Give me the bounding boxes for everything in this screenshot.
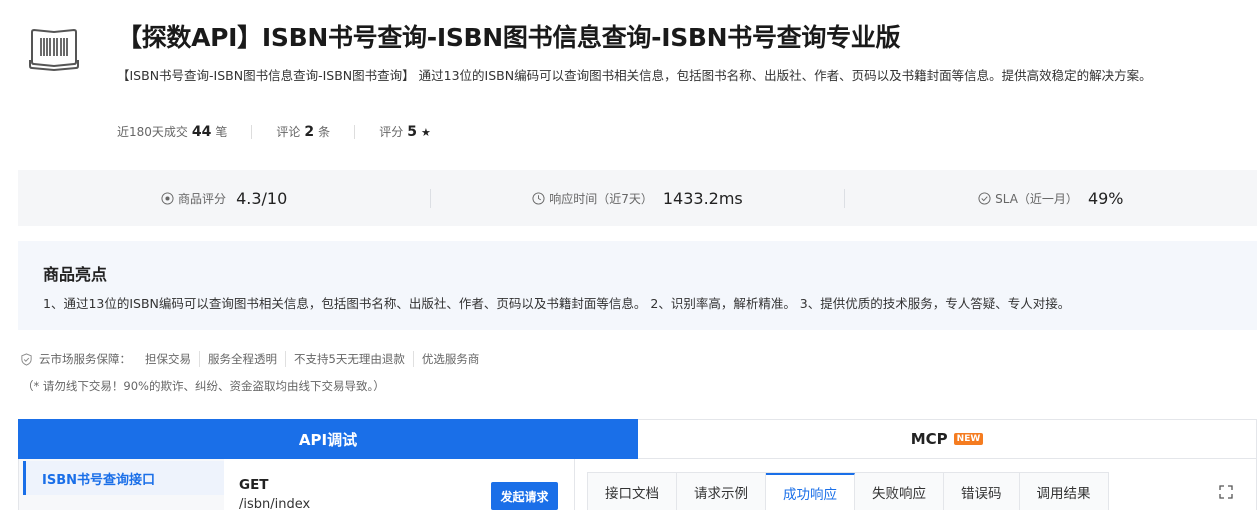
reviews-unit: 条 <box>318 125 331 139</box>
rating-value: 5 <box>407 124 417 140</box>
check-circle-icon <box>978 191 991 205</box>
tab-request-example[interactable]: 请求示例 <box>677 473 766 510</box>
deals-value: 44 <box>191 124 212 140</box>
target-icon <box>161 191 174 205</box>
guarantee-item: 服务全程透明 <box>199 351 285 367</box>
rating-stat: 评分 5 ★ <box>379 123 431 140</box>
guarantee-item: 不支持5天无理由退款 <box>285 351 413 367</box>
panel-divider <box>574 459 575 510</box>
send-request-button[interactable]: 发起请求 <box>491 482 558 510</box>
tab-mcp-label: MCP <box>910 430 948 448</box>
http-method: GET <box>239 477 269 493</box>
shield-check-icon <box>21 352 32 366</box>
metric-score-value: 4.3/10 <box>236 188 288 208</box>
tab-error-codes[interactable]: 错误码 <box>944 473 1020 510</box>
deals-stat: 近180天成交 44 笔 <box>117 123 227 140</box>
metric-response: 响应时间（近7天） 1433.2ms <box>430 188 843 208</box>
page-title: 【探数API】ISBN书号查询-ISBN图书信息查询-ISBN书号查询专业版 <box>117 23 901 52</box>
main-tabs: API调试 MCP NEW <box>18 419 1257 459</box>
new-badge: NEW <box>953 433 984 445</box>
tab-call-result[interactable]: 调用结果 <box>1019 473 1108 510</box>
deals-unit: 笔 <box>215 125 228 139</box>
metric-score: 商品评分 4.3/10 <box>18 189 430 208</box>
reviews-value: 2 <box>304 124 315 140</box>
metric-sla: SLA（近一月） 49% <box>843 188 1257 208</box>
reviews-label: 评论 <box>276 125 301 139</box>
tab-api-doc[interactable]: 接口文档 <box>588 473 677 510</box>
deals-label: 近180天成交 <box>117 125 188 139</box>
metric-score-label: 商品评分 <box>178 191 227 206</box>
highlights-text: 1、通过13位的ISBN编码可以查询图书相关信息，包括图书名称、出版社、作者、页… <box>43 296 1071 311</box>
stats-row: 近180天成交 44 笔 评论 2 条 评分 5 ★ <box>117 123 431 140</box>
metric-sla-value: 49% <box>1087 188 1124 208</box>
metric-sla-label: SLA（近一月） <box>995 191 1078 206</box>
tab-api-debug[interactable]: API调试 <box>18 419 638 459</box>
metrics-bar: 商品评分 4.3/10 响应时间（近7天） 1433.2ms SLA（近一月） … <box>18 170 1257 226</box>
api-list: ISBN书号查询接口 <box>19 459 224 510</box>
stat-divider <box>251 124 253 139</box>
highlights-panel: 商品亮点 1、通过13位的ISBN编码可以查询图书相关信息，包括图书名称、出版社… <box>18 241 1257 330</box>
star-icon: ★ <box>420 126 431 139</box>
fullscreen-icon[interactable] <box>1219 485 1233 499</box>
guarantee-label: 云市场服务保障： <box>39 352 131 366</box>
tab-mcp[interactable]: MCP NEW <box>638 419 1257 459</box>
metric-response-value: 1433.2ms <box>662 188 743 208</box>
api-list-item[interactable]: ISBN书号查询接口 <box>23 461 224 495</box>
clock-icon <box>532 191 545 205</box>
highlights-heading: 商品亮点 <box>43 265 108 284</box>
tab-success-response[interactable]: 成功响应 <box>766 473 855 510</box>
metric-response-label: 响应时间（近7天） <box>549 191 653 206</box>
api-panel: ISBN书号查询接口 GET /isbn/index 发起请求 接口文档 请求示… <box>18 459 1257 510</box>
service-guarantee: 云市场服务保障： 担保交易 服务全程透明 不支持5天无理由退款 优选服务商 <box>20 351 487 367</box>
guarantee-item: 优选服务商 <box>412 351 488 367</box>
offline-trade-warning: （* 请勿线下交易！90%的欺诈、纠纷、资金盗取均由线下交易导致。） <box>22 379 385 393</box>
barcode-book-icon <box>29 28 79 72</box>
stat-divider <box>354 124 356 139</box>
rating-label: 评分 <box>379 125 404 139</box>
reviews-stat[interactable]: 评论 2 条 <box>276 123 330 140</box>
product-description: 【ISBN书号查询-ISBN图书信息查询-ISBN图书查询】 通过13位的ISB… <box>117 68 1152 83</box>
doc-tabs: 接口文档 请求示例 成功响应 失败响应 错误码 调用结果 <box>587 472 1109 510</box>
api-path: /isbn/index <box>239 497 311 510</box>
guarantee-item: 担保交易 <box>145 352 191 366</box>
tab-failure-response[interactable]: 失败响应 <box>855 473 944 510</box>
